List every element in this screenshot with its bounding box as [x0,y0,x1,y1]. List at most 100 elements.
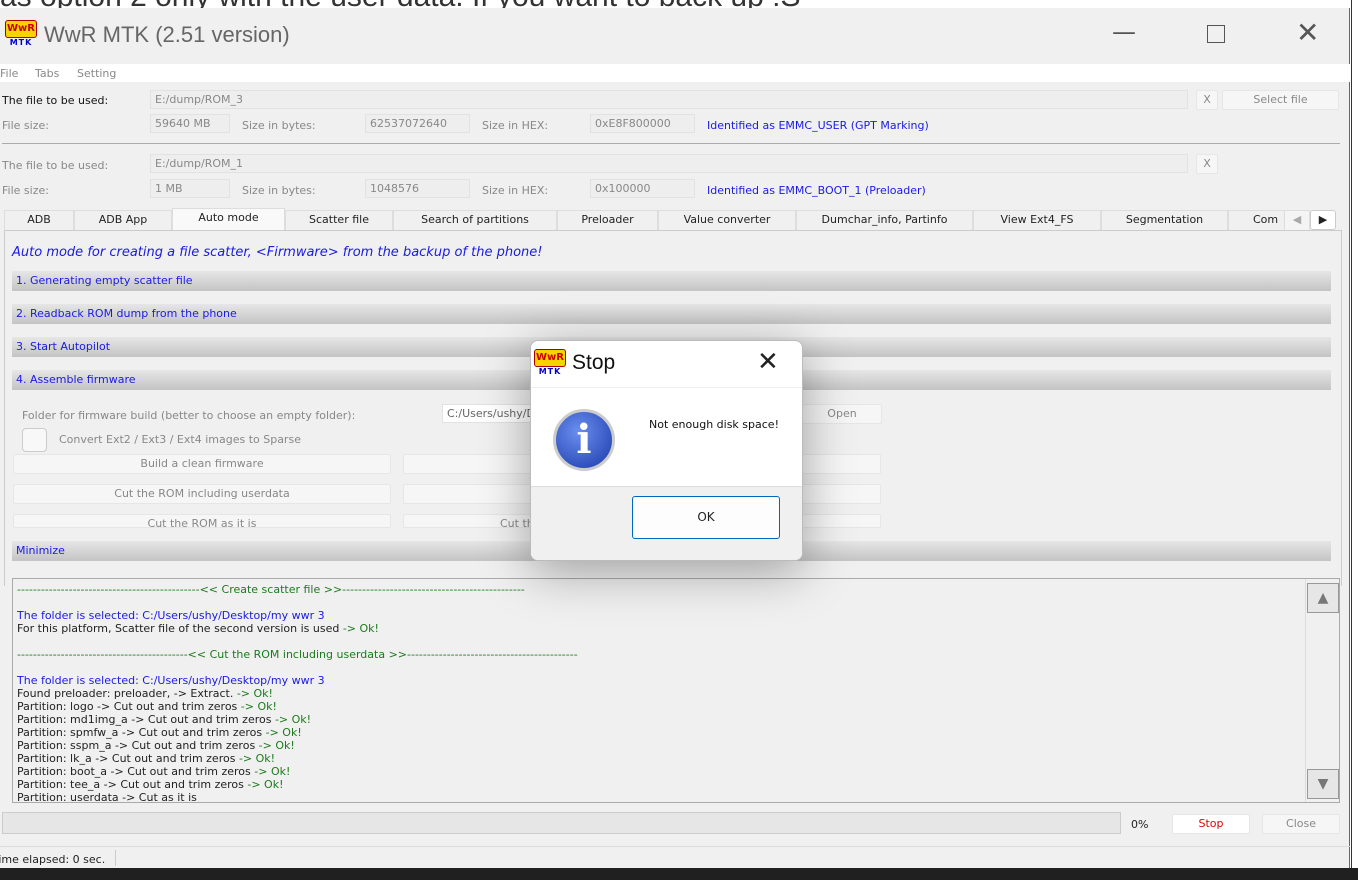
select-file-button[interactable]: Select file [1222,90,1339,110]
tab-auto-mode[interactable]: Auto mode [172,208,285,230]
file2-size: 1 MB [150,179,230,198]
tab-view-ext4[interactable]: View Ext4_FS [973,210,1101,230]
file2-path-field[interactable]: E:/dump/ROM_1 [150,154,1188,173]
tab-scroll-left-button[interactable]: ◀ [1284,210,1310,230]
file2-hex-label: Size in HEX: [482,184,549,197]
background-window [1351,0,1358,868]
log-line-text: ----------------------------------------… [17,583,525,596]
dialog-logo: WwR MTK [534,349,566,379]
file1-label: The file to be used: [2,94,109,107]
sparse-checkbox[interactable] [22,428,47,452]
menu-setting[interactable]: Setting [77,67,116,80]
open-folder-button[interactable]: Open [802,404,882,424]
sparse-label: Convert Ext2 / Ext3 / Ext4 images to Spa… [59,433,301,446]
section-generate-scatter[interactable]: 1. Generating empty scatter file [12,271,1331,291]
file2-label: The file to be used: [2,159,109,172]
close-button[interactable]: Close [1262,814,1340,834]
tab-scroll-right-button[interactable]: ▶ [1310,210,1336,230]
log-line-text: Partition: userdata -> Cut as it is [17,791,197,803]
scroll-down-button[interactable]: ▼ [1307,769,1339,799]
log-line: Partition: boot_a -> Cut out and trim ze… [17,765,290,778]
log-line-text: Partition: boot_a -> Cut out and trim ze… [17,765,251,778]
log-output[interactable]: ----------------------------------------… [12,578,1340,803]
log-line: Partition: logo -> Cut out and trim zero… [17,700,277,713]
log-scrollbar[interactable]: ▲ ▼ [1305,579,1339,802]
tab-com[interactable]: Com [1228,210,1288,230]
log-line: Partition: userdata -> Cut as it is [17,791,197,803]
log-line-text: Partition: logo -> Cut out and trim zero… [17,700,238,713]
file2-size-label: File size: [2,184,49,197]
log-ok: -> Ok! [237,700,277,713]
stop-button[interactable]: Stop [1172,814,1250,834]
tab-dumchar-info[interactable]: Dumchar_info, Partinfo [796,210,973,230]
log-line: Found preloader: preloader, -> Extract. … [17,687,273,700]
log-line-text: For this platform, Scatter file of the s… [17,622,340,635]
close-window-button[interactable]: ✕ [1296,16,1319,49]
file2-hex: 0x100000 [590,179,695,198]
tab-adb-app[interactable]: ADB App [74,210,172,230]
tab-segmentation[interactable]: Segmentation [1101,210,1228,230]
section-readback-rom[interactable]: 2. Readback ROM dump from the phone [12,304,1331,324]
menu-file[interactable]: File [0,67,18,80]
tab-value-converter[interactable]: Value converter [658,210,796,230]
log-line-text: Partition: lk_a -> Cut out and trim zero… [17,752,236,765]
log-line-text: The folder is selected: C:/Users/ushy/De… [17,609,325,622]
status-time-elapsed: Time elapsed: 0 sec. [0,853,106,866]
auto-mode-heading: Auto mode for creating a file scatter, <… [12,245,543,260]
build-clean-firmware-button[interactable]: Build a clean firmware [13,454,391,474]
file1-identified: Identified as EMMC_USER (GPT Marking) [707,119,929,132]
tab-adb[interactable]: ADB [4,210,74,230]
log-ok: -> Ok! [339,622,379,635]
log-line: The folder is selected: C:/Users/ushy/De… [17,609,325,622]
log-line: Partition: tee_a -> Cut out and trim zer… [17,778,284,791]
info-icon: i [553,409,615,471]
tab-search-partitions[interactable]: Search of partitions [393,210,557,230]
log-line-text: Partition: md1img_a -> Cut out and trim … [17,713,272,726]
cut-rom-as-is-button[interactable]: Cut the ROM as it is [13,514,391,528]
log-line: Partition: spmfw_a -> Cut out and trim z… [17,726,302,739]
log-ok: -> Ok! [233,687,273,700]
file2-bytes-label: Size in bytes: [242,184,316,197]
file1-size: 59640 MB [150,114,230,133]
log-line-text: Partition: spmfw_a -> Cut out and trim z… [17,726,263,739]
log-line: ----------------------------------------… [17,583,525,596]
taskbar [0,868,1358,880]
file1-hex: 0xE8F800000 [590,114,695,133]
progress-bar [2,812,1121,834]
scroll-up-button[interactable]: ▲ [1307,583,1339,613]
cut-rom-userdata-button[interactable]: Cut the ROM including userdata [13,484,391,504]
log-line: Partition: lk_a -> Cut out and trim zero… [17,752,275,765]
file2-identified: Identified as EMMC_BOOT_1 (Preloader) [707,184,926,197]
file2-clear-button[interactable]: X [1196,154,1218,174]
dialog-close-button[interactable]: ✕ [757,347,779,377]
log-ok: -> Ok! [255,739,295,752]
status-divider [0,846,1350,847]
file1-bytes-label: Size in bytes: [242,119,316,132]
log-line: For this platform, Scatter file of the s… [17,622,379,635]
log-line-text: ----------------------------------------… [17,648,578,661]
tab-scatter-file[interactable]: Scatter file [285,210,393,230]
minimize-window-button[interactable]: — [1112,18,1136,46]
dialog-title-divider [531,387,802,388]
menu-tabs[interactable]: Tabs [35,67,59,80]
tab-preloader[interactable]: Preloader [557,210,658,230]
window-title: WwR MTK (2.51 version) [44,22,290,47]
log-line-text: Partition: tee_a -> Cut out and trim zer… [17,778,244,791]
log-line: The folder is selected: C:/Users/ushy/De… [17,674,325,687]
file2-bytes: 1048576 [365,179,470,198]
ok-button[interactable]: OK [632,496,780,539]
folder-field[interactable]: C:/Users/ushy/Desktop/my wwr 3 [442,404,542,423]
dialog-footer: OK [531,486,802,560]
log-ok: -> Ok! [271,713,312,726]
stop-dialog: WwR MTK Stop ✕ i Not enough disk space! O… [530,340,803,561]
file1-size-label: File size: [2,119,49,132]
dialog-message: Not enough disk space! [649,418,779,431]
log-ok: -> Ok! [235,752,276,765]
maximize-window-button[interactable] [1207,25,1225,43]
log-line: Partition: md1img_a -> Cut out and trim … [17,713,311,726]
dialog-title: Stop [572,351,616,374]
file1-path-field[interactable]: E:/dump/ROM_3 [150,90,1188,109]
log-line-text: Found preloader: preloader, -> Extract. [17,687,234,700]
file1-clear-button[interactable]: X [1196,90,1218,110]
log-line: Partition: sspm_a -> Cut out and trim ze… [17,739,295,752]
